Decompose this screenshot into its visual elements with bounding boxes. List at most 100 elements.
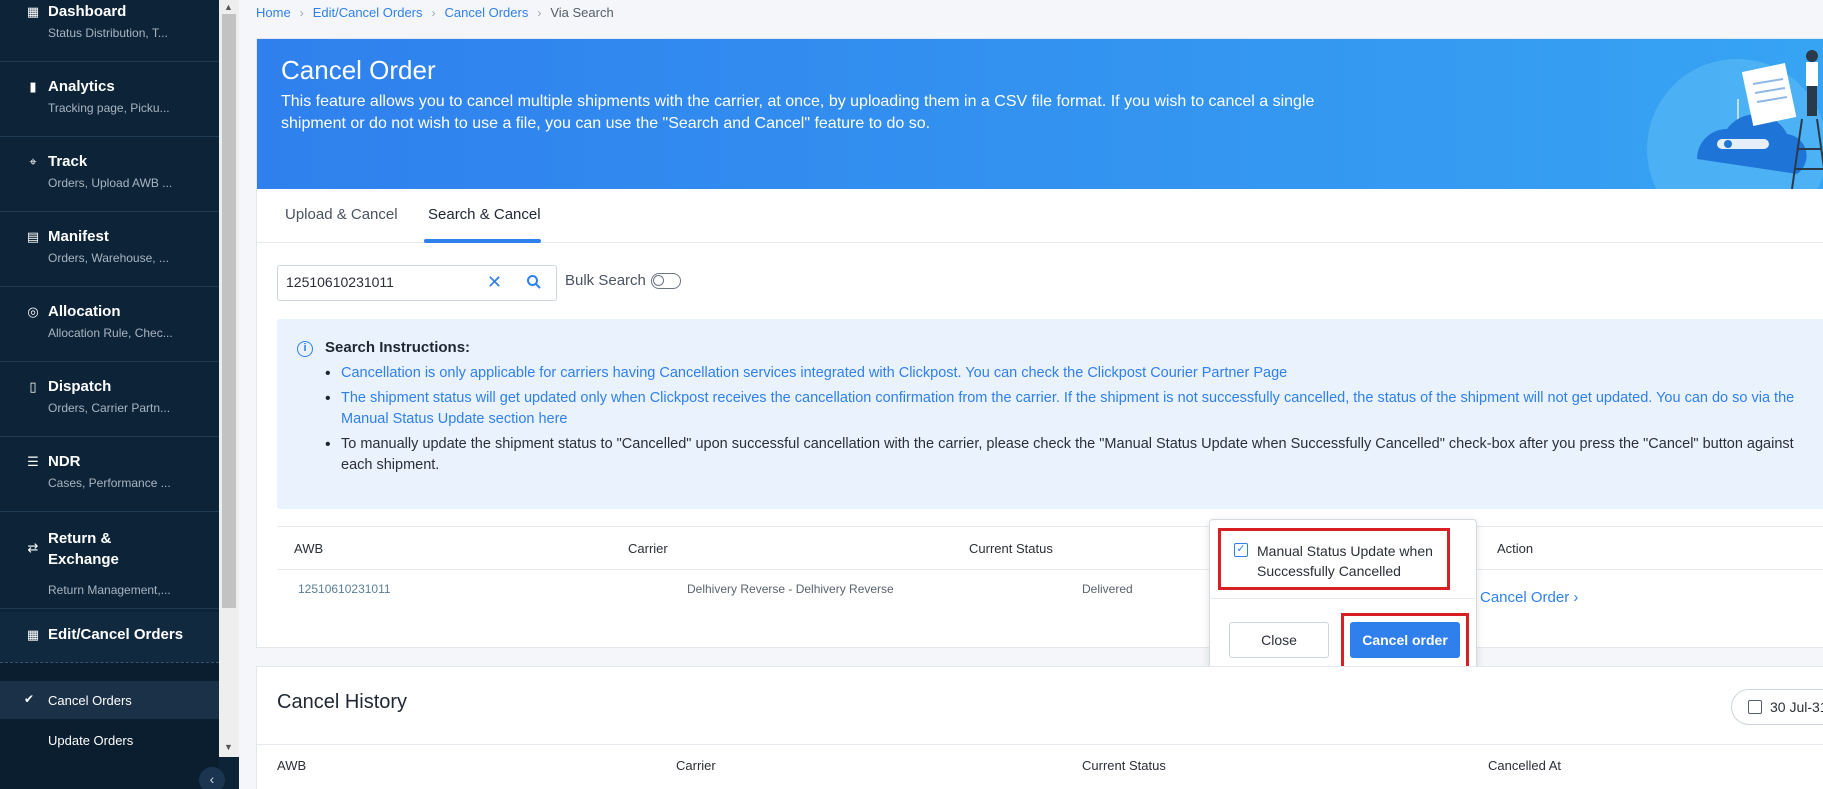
nav-title: Return & Exchange xyxy=(48,530,119,568)
nav-subtitle: Orders, Upload AWB ... xyxy=(48,176,173,190)
instruction-item[interactable]: Cancellation is only applicable for carr… xyxy=(325,363,1823,384)
nav-subtitle: Orders, Carrier Partn... xyxy=(48,401,171,415)
active-tab-indicator xyxy=(424,239,541,243)
divider xyxy=(1210,598,1476,599)
banner-description: This feature allows you to cancel multip… xyxy=(281,93,1315,132)
column-header-carrier: Carrier xyxy=(676,758,716,773)
list-icon: ☰ xyxy=(27,454,39,469)
nav-analytics[interactable]: ▮ Analytics Tracking page, Picku... xyxy=(0,71,219,137)
table-icon: ▤ xyxy=(26,229,40,244)
collapse-sidebar-button[interactable]: ‹ xyxy=(199,767,225,789)
sidebar-scrollbar[interactable]: ▲ ▼ xyxy=(219,0,239,757)
clear-icon[interactable]: ✕ xyxy=(487,272,502,293)
sidebar: ▦ Dashboard Status Distribution, T... ▮ … xyxy=(0,0,219,789)
chevron-right-icon: › xyxy=(537,6,542,20)
column-header-status: Current Status xyxy=(969,541,1053,556)
chevron-left-icon: ‹ xyxy=(209,771,215,787)
nav-title: Dispatch xyxy=(48,378,112,395)
awb-search-input[interactable] xyxy=(286,274,476,290)
search-instructions: i Search Instructions: Cancellation is o… xyxy=(277,319,1823,509)
target-icon: ◎ xyxy=(27,304,39,319)
column-header-carrier: Carrier xyxy=(628,541,668,556)
highlight-frame: Cancel order xyxy=(1341,613,1469,669)
breadcrumb: Home › Edit/Cancel Orders › Cancel Orders › Vi… xyxy=(256,5,614,20)
submenu-cancel-orders[interactable]: ✔ Cancel Orders xyxy=(0,681,219,719)
search-icon[interactable] xyxy=(526,274,542,290)
submenu-label: Cancel Orders xyxy=(48,693,132,708)
banner-illustration xyxy=(1647,50,1823,189)
row-awb: 12510610231011 xyxy=(298,582,391,596)
column-header-cancelled-at: Cancelled At xyxy=(1488,758,1561,773)
row-carrier: Delhivery Reverse - Delhivery Reverse xyxy=(687,582,894,596)
toggle-knob xyxy=(653,275,664,286)
tab-bar: Upload & Cancel Search & Cancel xyxy=(257,189,1823,243)
cancel-order-link-label: Cancel Order xyxy=(1480,589,1570,606)
submenu-update-orders[interactable]: Update Orders xyxy=(0,721,219,759)
submenu-label: Update Orders xyxy=(48,733,134,748)
submenu: ✔ Cancel Orders Update Orders xyxy=(0,662,219,789)
scroll-down-icon[interactable]: ▼ xyxy=(224,742,233,752)
cancel-order-link[interactable]: Cancel Order › xyxy=(1480,589,1578,606)
bulk-search-label: Bulk Search xyxy=(565,272,646,289)
instruction-item: To manually update the shipment status t… xyxy=(325,434,1823,476)
confirm-cancel-button[interactable]: Cancel order xyxy=(1350,622,1460,658)
history-table-header: AWB Carrier Current Status Cancelled At xyxy=(257,744,1823,788)
results-table-header: AWB Carrier Current Status Action xyxy=(277,526,1823,570)
nav-title: NDR xyxy=(48,453,81,470)
grid-icon: ▦ xyxy=(26,627,40,642)
nav-title: Analytics xyxy=(48,78,115,95)
breadcrumb-current: Via Search xyxy=(550,5,614,20)
nav-subtitle: Tracking page, Picku... xyxy=(48,101,170,115)
manual-status-label[interactable]: Manual Status Update when Successfully C… xyxy=(1257,541,1447,581)
close-button[interactable]: Close xyxy=(1229,622,1329,658)
instructions-list: Cancellation is only applicable for carr… xyxy=(325,363,1823,480)
nav-allocation[interactable]: ◎ Allocation Allocation Rule, Chec... xyxy=(0,296,219,362)
nav-subtitle: Return Management,... xyxy=(48,583,171,597)
page-title: Cancel Order xyxy=(281,55,436,85)
nav-dashboard[interactable]: ▦ Dashboard Status Distribution, T... xyxy=(0,0,219,62)
bulk-search-toggle[interactable] xyxy=(651,273,681,289)
date-range-picker[interactable]: 30 Jul-31 xyxy=(1731,689,1823,725)
column-header-status: Current Status xyxy=(1082,758,1166,773)
tab-upload-cancel[interactable]: Upload & Cancel xyxy=(285,206,398,223)
date-range-value: 30 Jul-31 xyxy=(1770,699,1823,715)
cancel-history-card: Cancel History 30 Jul-31 AWB Carrier Cur… xyxy=(256,666,1823,789)
chevron-right-icon: › xyxy=(1573,589,1579,606)
clipboard-icon: ▯ xyxy=(29,379,37,394)
nav-title: Manifest xyxy=(48,228,109,245)
breadcrumb-cancel-orders[interactable]: Cancel Orders xyxy=(445,5,529,20)
nav-manifest[interactable]: ▤ Manifest Orders, Warehouse, ... xyxy=(0,221,219,287)
column-header-action: Action xyxy=(1497,541,1534,556)
instructions-title: Search Instructions: xyxy=(325,339,471,356)
nav-title: Track xyxy=(48,153,88,170)
info-icon: i xyxy=(297,341,313,357)
check-icon: ✔ xyxy=(24,692,35,706)
manual-status-update-option[interactable]: ✓ Manual Status Update when Successfully… xyxy=(1218,528,1450,590)
breadcrumb-home[interactable]: Home xyxy=(256,5,291,20)
banner: Cancel Order This feature allows you to … xyxy=(257,39,1823,189)
nav-edit-cancel-orders[interactable]: ▦ Edit/Cancel Orders xyxy=(0,612,219,662)
nav-ndr[interactable]: ☰ NDR Cases, Performance ... xyxy=(0,446,219,512)
tab-search-cancel[interactable]: Search & Cancel xyxy=(428,206,541,223)
nav-subtitle: Orders, Warehouse, ... xyxy=(48,251,169,265)
row-status: Delivered xyxy=(1082,582,1133,596)
nav-subtitle: Allocation Rule, Chec... xyxy=(48,326,173,340)
nav-return-exchange[interactable]: ⇄ Return & Exchange Return Management,..… xyxy=(0,521,219,609)
nav-dispatch[interactable]: ▯ Dispatch Orders, Carrier Partn... xyxy=(0,371,219,437)
location-pin-icon: ⌖ xyxy=(29,154,37,169)
nav-subtitle: Cases, Performance ... xyxy=(48,476,171,490)
scroll-up-icon[interactable]: ▲ xyxy=(224,2,233,12)
calendar-icon xyxy=(1748,700,1762,714)
nav-title: Dashboard xyxy=(48,3,127,20)
cancel-confirm-popup: ✓ Manual Status Update when Successfully… xyxy=(1209,519,1477,677)
nav-subtitle: Status Distribution, T... xyxy=(48,26,168,40)
instruction-item[interactable]: The shipment status will get updated onl… xyxy=(325,388,1823,430)
scrollbar-thumb[interactable] xyxy=(222,14,236,608)
exchange-icon: ⇄ xyxy=(27,540,39,555)
breadcrumb-edit-cancel-orders[interactable]: Edit/Cancel Orders xyxy=(313,5,423,20)
column-header-awb: AWB xyxy=(277,758,307,773)
manual-status-checkbox[interactable]: ✓ xyxy=(1234,543,1248,557)
column-header-awb: AWB xyxy=(294,541,324,556)
nav-title: Allocation xyxy=(48,303,121,320)
nav-track[interactable]: ⌖ Track Orders, Upload AWB ... xyxy=(0,146,219,212)
